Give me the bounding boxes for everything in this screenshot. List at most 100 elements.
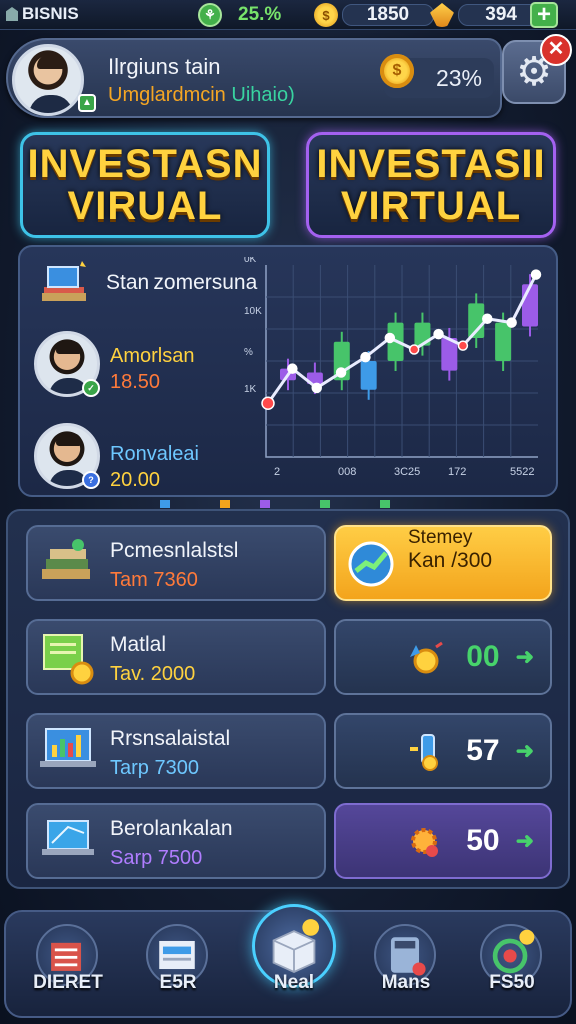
trend-point	[457, 340, 469, 351]
battery-coin-icon	[410, 734, 438, 771]
gear-coin-icon	[411, 828, 438, 857]
mode-button-line2: VIRTUAL	[340, 184, 522, 228]
trend-point	[506, 317, 517, 328]
coins-value: 1850	[342, 4, 434, 26]
investment-card-4[interactable]: Berolankalan Sarp 7500	[26, 803, 326, 879]
investment-subtitle-3: Tarp 7300	[110, 757, 199, 779]
leaf-icon: ⚘	[198, 3, 222, 27]
y-tick-label: 10K	[244, 306, 262, 317]
investor-name-1: Amorlsan	[110, 345, 195, 367]
books-stack-icon	[42, 539, 90, 579]
investment-subtitle-2: Tav. 2000	[110, 663, 196, 685]
sun-coin-icon: $	[380, 54, 414, 88]
investment-card-1[interactable]: Pcmesnlalstsl Tam 7360	[26, 525, 326, 601]
action-line1: Stemey	[408, 527, 473, 548]
nav-label-dieret: DIERET	[33, 972, 103, 993]
x-tick-label: 3C25	[394, 466, 420, 478]
investment-title-4: Berolankalan	[110, 817, 233, 840]
growth-chart-icon	[348, 541, 394, 587]
action-value-4: 50	[466, 824, 500, 857]
arrow-right-icon: ➜	[515, 828, 534, 853]
trend-point	[433, 328, 444, 340]
investment-title-3: Rrsnsalaistal	[110, 727, 231, 750]
arrow-right-icon: ➜	[515, 738, 534, 763]
laptop-icon	[42, 820, 94, 855]
investment-action-3[interactable]: 57 ➜	[334, 713, 552, 789]
nav-label-fs50: FS50	[489, 972, 535, 993]
player-subtitle-b: Uihaio)	[231, 84, 295, 106]
trend-point	[261, 396, 275, 410]
investment-subtitle-1: Tam 7360	[110, 569, 198, 591]
growth-resource: ⚘ 25.%	[198, 3, 281, 27]
gem-icon	[430, 3, 454, 27]
y-tick-label: %	[244, 347, 253, 358]
investor-value-2: 20.00	[110, 469, 161, 491]
mode-button-line2: VIRUAL	[67, 184, 223, 228]
investment-card-3[interactable]: Rrsnsalaistal Tarp 7300	[26, 713, 326, 789]
candle	[495, 322, 512, 361]
candle	[522, 284, 538, 327]
investment-card-2[interactable]: Matlal Tav. 2000	[26, 619, 326, 695]
player-name: Ilrgiuns tain	[108, 54, 221, 79]
trend-point	[287, 363, 298, 374]
books-laptop-icon	[42, 261, 86, 301]
trend-point	[311, 382, 322, 394]
close-icon[interactable]: ✕	[540, 34, 572, 66]
brand-label: BISNIS	[22, 4, 79, 23]
profile-card: ▲ Ilrgiuns tain Umglardmcin Uihaio) 23%	[6, 38, 502, 118]
player-subtitle: Umglardmcin Uihaio)	[108, 84, 295, 107]
bottom-nav: DIERET E5R Neal Mans FS50	[4, 904, 572, 1018]
trend-point	[360, 351, 371, 363]
investor-name-2: Ronvaleai	[110, 443, 199, 465]
action-value-2: 00	[466, 640, 500, 673]
info-badge-icon: ?	[82, 471, 100, 489]
player-subtitle-a: Umglardmcin	[108, 84, 226, 106]
level-up-icon: ▲	[78, 94, 96, 112]
growth-value: 25.%	[238, 4, 282, 25]
trend-point	[384, 332, 396, 344]
investasi-virtual-button-left[interactable]: INVESTASN VIRUAL	[20, 132, 270, 238]
mode-button-line1: INVESTASN	[27, 142, 263, 186]
investasi-virtual-button-right[interactable]: INVESTASII VIRTUAL	[306, 132, 556, 238]
investment-title-1: Pcmesnlalstsl	[110, 539, 239, 562]
investment-subtitle-4: Sarp 7500	[110, 847, 203, 869]
investor-value-1: 18.50	[110, 371, 161, 393]
x-tick-label: 008	[338, 466, 356, 478]
action-value-3: 57	[466, 734, 500, 767]
mode-button-line1: INVESTASII	[316, 142, 546, 186]
coins-resource: $ 1850	[314, 3, 434, 27]
coin-icon: $	[314, 3, 338, 27]
x-tick-label: 2	[274, 466, 280, 478]
trend-point	[530, 269, 542, 280]
home-icon[interactable]	[6, 7, 18, 21]
nav-label-e5r: E5R	[159, 972, 197, 993]
y-tick-label: 1K	[244, 384, 257, 395]
x-tick-label: 5522	[510, 466, 534, 478]
trend-point	[482, 313, 493, 325]
avatar[interactable]	[12, 44, 84, 116]
investment-action-1[interactable]: Stemey Kan /300	[334, 525, 552, 601]
category-label: Stan zomersuna	[106, 271, 258, 294]
check-badge-icon: ✓	[82, 379, 100, 397]
price-chart[interactable]: 0K 10K% 1K 2 008 3C25 172 5522	[238, 257, 550, 485]
arrow-right-icon: ➜	[515, 644, 534, 669]
x-tick-label: 172	[448, 466, 466, 478]
candle	[360, 361, 377, 390]
laptop-chart-icon	[40, 728, 96, 767]
investment-action-4[interactable]: 50 ➜	[334, 803, 552, 879]
nav-label-neal: Neal	[273, 972, 315, 993]
investment-list-panel: Pcmesnlalstsl Tam 7360 Stemey Kan /300 M…	[6, 509, 570, 889]
trend-point	[335, 367, 347, 378]
trend-point	[408, 344, 420, 355]
y-tick-label: 0K	[244, 257, 257, 265]
top-bar: BISNIS ⚘ 25.% $ 1850 394 +	[0, 0, 576, 30]
market-overview-panel: Stan zomersuna ✓ Amorlsan 18.50 ? Ronval…	[18, 245, 558, 497]
nav-label-mans: Mans	[381, 972, 431, 993]
coin-rocket-icon	[410, 641, 443, 674]
action-line2: Kan /300	[408, 549, 493, 572]
plus-icon[interactable]: +	[530, 2, 558, 28]
investment-action-2[interactable]: 00 ➜	[334, 619, 552, 695]
certificate-coin-icon	[43, 634, 94, 685]
decorative-strip	[160, 500, 390, 508]
investment-title-2: Matlal	[110, 633, 167, 656]
